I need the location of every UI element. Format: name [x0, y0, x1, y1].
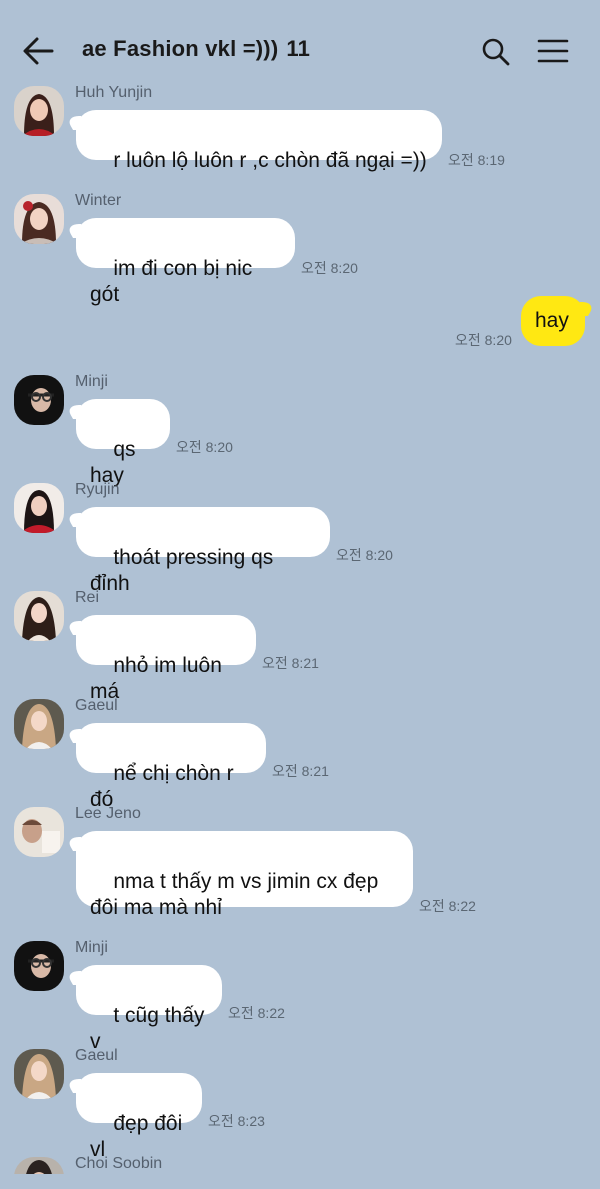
- message-bubble[interactable]: thoát pressing qs đỉnh: [76, 507, 330, 595]
- message-item: Ryujin thoát pressing qs đỉnh 오전 8:20: [0, 481, 600, 595]
- avatar-huh-yunjin[interactable]: [14, 86, 64, 136]
- search-button[interactable]: [480, 36, 512, 68]
- message-text: đẹp đôi vl: [90, 1112, 189, 1161]
- message-time: 오전 8:20: [176, 439, 233, 455]
- avatar-lee-jeno[interactable]: [14, 807, 64, 857]
- avatar-minji[interactable]: [14, 941, 64, 991]
- message-text: hay: [535, 309, 569, 332]
- message-time: 오전 8:22: [228, 1005, 285, 1021]
- avatar-winter[interactable]: [14, 194, 64, 244]
- sender-name: Lee Jeno: [75, 805, 141, 822]
- avatar-gaeul[interactable]: [14, 699, 64, 749]
- message-text: nể chị chòn r đó: [90, 762, 240, 811]
- avatar-gaeul[interactable]: [14, 1049, 64, 1099]
- search-icon: [482, 38, 510, 66]
- message-text: r luôn lộ luôn r ,c chòn đã ngại =)): [113, 149, 427, 172]
- sender-name: Ryujin: [75, 481, 120, 498]
- message-time: 오전 8:22: [419, 898, 476, 914]
- message-item: Gaeul đẹp đôi vl 오전 8:23: [0, 1047, 600, 1161]
- message-item: Lee Jeno nma t thấy m vs jimin cx đẹp đô…: [0, 805, 600, 925]
- back-button[interactable]: [18, 32, 58, 72]
- message-text: qs hay: [90, 438, 142, 487]
- sender-name: Minji: [75, 939, 108, 956]
- hamburger-menu-icon: [537, 39, 569, 63]
- message-bubble[interactable]: nma t thấy m vs jimin cx đẹp đôi ma mà n…: [76, 831, 413, 919]
- chat-header: ae Fashion vkl =))) 11: [0, 0, 600, 80]
- message-bubble[interactable]: nhỏ im luôn má: [76, 615, 256, 703]
- message-bubble[interactable]: r luôn lộ luôn r ,c chòn đã ngại =)): [76, 110, 442, 172]
- message-item: Rei nhỏ im luôn má 오전 8:21: [0, 589, 600, 703]
- sender-name: Gaeul: [75, 1047, 118, 1064]
- message-text: nhỏ im luôn má: [90, 654, 228, 703]
- message-item: Huh Yunjin r luôn lộ luôn r ,c chòn đã n…: [0, 84, 600, 174]
- message-bubble[interactable]: im đi con bị nic gót: [76, 218, 295, 306]
- menu-button[interactable]: [536, 36, 570, 66]
- sender-name: Huh Yunjin: [75, 84, 153, 101]
- member-count: 11: [286, 36, 311, 61]
- message-time: 오전 8:23: [208, 1113, 265, 1129]
- message-bubble[interactable]: qs hay: [76, 399, 170, 487]
- message-text: thoát pressing qs đỉnh: [90, 546, 280, 595]
- message-time: 오전 8:21: [262, 655, 319, 671]
- avatar-rei[interactable]: [14, 591, 64, 641]
- message-item: Winter im đi con bị nic gót 오전 8:20: [0, 192, 600, 306]
- message-text: nma t thấy m vs jimin cx đẹp đôi ma mà n…: [90, 870, 379, 919]
- sender-name: Rei: [75, 589, 100, 606]
- message-text: t cũg thấy v: [90, 1004, 211, 1053]
- message-time: 오전 8:20: [301, 260, 358, 276]
- message-bubble[interactable]: đẹp đôi vl: [76, 1073, 202, 1161]
- message-time: 오전 8:20: [336, 547, 393, 563]
- sender-name: Choi Soobin: [75, 1155, 163, 1172]
- message-item: Minji qs hay 오전 8:20: [0, 373, 600, 487]
- message-bubble[interactable]: nể chị chòn r đó: [76, 723, 266, 811]
- message-item: 오전 8:20 hay: [0, 290, 600, 350]
- message-time: 오전 8:20: [455, 332, 512, 348]
- message-time: 오전 8:19: [448, 152, 505, 168]
- message-time: 오전 8:21: [272, 763, 329, 779]
- avatar-choi-soobin[interactable]: [14, 1157, 64, 1174]
- sender-name: Winter: [75, 192, 122, 209]
- chat-title: ae Fashion vkl =))) 11: [82, 36, 310, 62]
- message-item: Minji t cũg thấy v 오전 8:22: [0, 939, 600, 1053]
- message-bubble[interactable]: t cũg thấy v: [76, 965, 222, 1053]
- message-item: Choi Soobin: [0, 1155, 600, 1174]
- chat-room-name: ae Fashion vkl =))): [82, 36, 279, 61]
- avatar-minji[interactable]: [14, 375, 64, 425]
- sender-name: Minji: [75, 373, 108, 390]
- avatar-ryujin[interactable]: [14, 483, 64, 533]
- message-item: Gaeul nể chị chòn r đó 오전 8:21: [0, 697, 600, 811]
- arrow-left-icon: [23, 37, 54, 65]
- sender-name: Gaeul: [75, 697, 118, 714]
- my-message-bubble[interactable]: hay: [521, 296, 585, 346]
